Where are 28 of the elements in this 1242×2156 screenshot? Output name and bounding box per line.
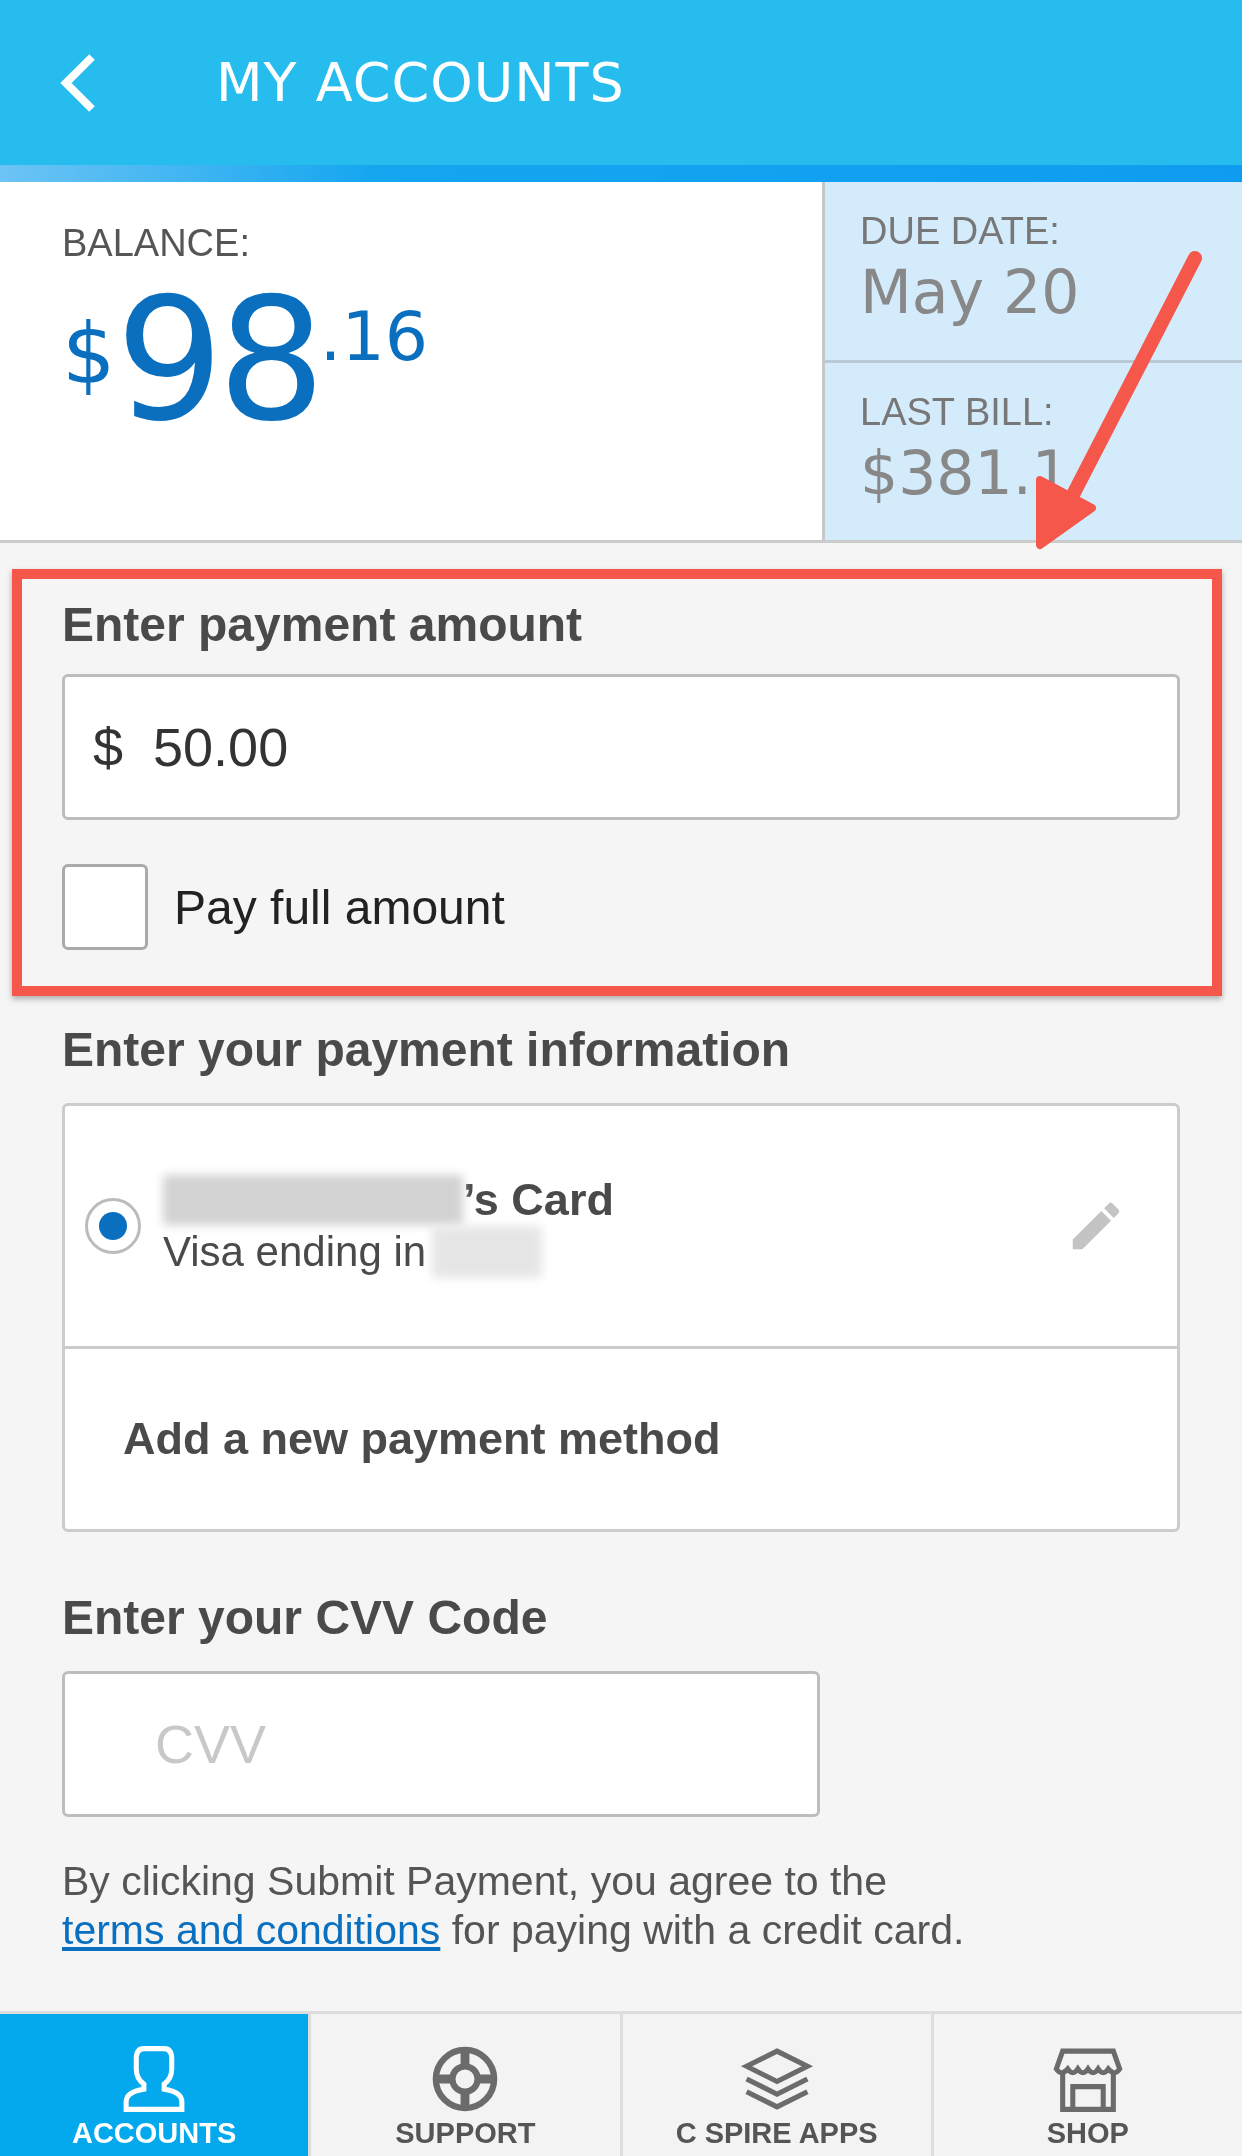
terms-link[interactable]: terms and conditions <box>62 1907 441 1954</box>
add-payment-method-item[interactable]: Add a new payment method <box>65 1349 1177 1529</box>
checkbox[interactable] <box>62 864 148 950</box>
nav-tab[interactable]: C SPIRE APPS <box>619 2014 931 2156</box>
add-method-label: Add a new payment method <box>123 1413 721 1465</box>
currency-symbol: $ <box>93 716 124 778</box>
summary-value: May 20 <box>860 257 1080 327</box>
amount-value: 50.00 <box>153 716 289 778</box>
nav-tab[interactable]: SUPPORT <box>308 2014 620 2156</box>
section-heading: Enter your CVV Code <box>62 1590 548 1645</box>
terms-text: By clicking Submit Payment, you agree to the terms and conditions for paying with a credit card. <box>62 1857 966 1956</box>
payment-method-item[interactable]: ’s Card Visa ending in <box>65 1106 1177 1349</box>
card-subtitle: Visa ending in <box>163 1228 427 1276</box>
summary-label: LAST BILL: <box>860 390 1054 434</box>
back-icon[interactable] <box>58 52 98 113</box>
section-heading: Enter your payment information <box>62 1022 791 1077</box>
page-title: MY ACCOUNTS <box>216 51 625 114</box>
balance-label: BALANCE: <box>62 222 250 265</box>
card-title: ’s Card <box>463 1174 614 1226</box>
balance-cents: .16 <box>319 297 428 376</box>
summary-label: DUE DATE: <box>860 210 1060 253</box>
checkbox-label[interactable]: Pay full amount <box>174 879 505 935</box>
amount-field[interactable]: $ 50.00 <box>62 674 1180 820</box>
balance-amount: 98 <box>115 275 320 445</box>
radio-button[interactable] <box>85 1198 141 1254</box>
section-heading: Enter payment amount <box>62 597 583 652</box>
currency-symbol: $ <box>62 305 116 403</box>
nav-tab[interactable]: SHOP <box>930 2014 1242 2156</box>
